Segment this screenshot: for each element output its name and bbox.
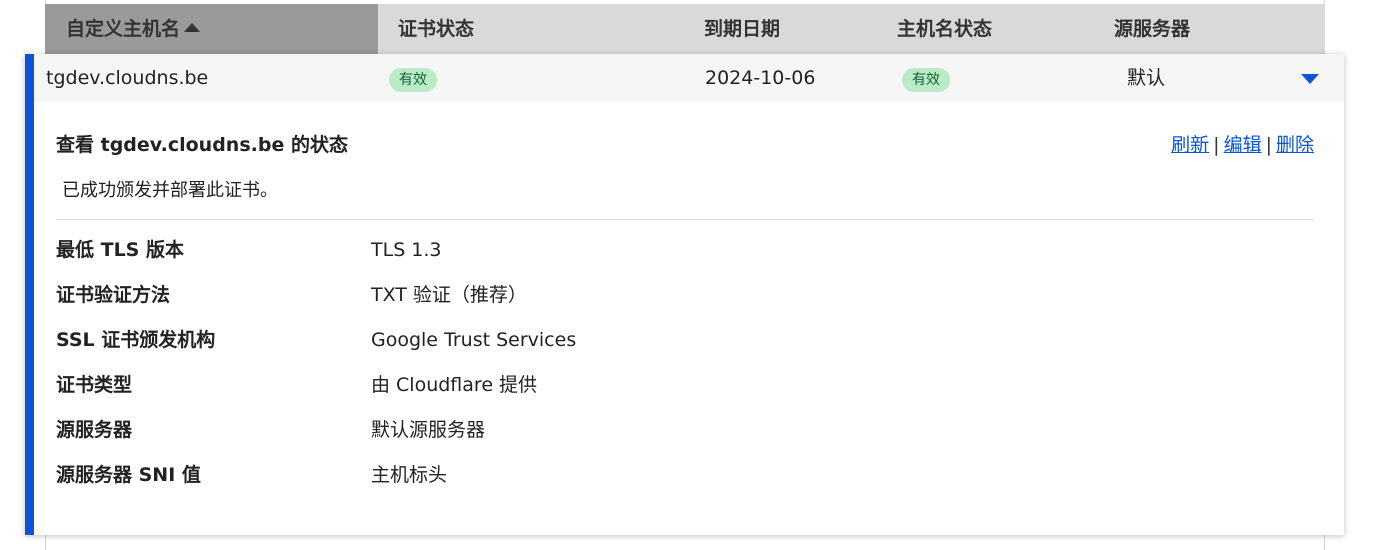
- caret-down-icon[interactable]: [1301, 74, 1319, 84]
- field-label: 最低 TLS 版本: [56, 239, 184, 261]
- action-separator: |: [1213, 134, 1220, 156]
- table-row[interactable]: tgdev.cloudns.be 有效 2024-10-06 有效 默认: [34, 54, 1344, 102]
- field-row-cert-type: 证书类型 由 Cloudflare 提供: [56, 370, 1256, 400]
- field-row-ca: SSL 证书颁发机构 Google Trust Services: [56, 325, 1256, 355]
- row-hostname: tgdev.cloudns.be: [46, 67, 209, 89]
- column-header-cert-status[interactable]: 证书状态: [398, 4, 474, 54]
- field-value: 主机标头: [371, 464, 448, 486]
- field-label: 源服务器 SNI 值: [56, 464, 201, 486]
- field-label: SSL 证书颁发机构: [56, 329, 216, 351]
- column-header-hostname-label: 自定义主机名: [66, 18, 181, 40]
- field-value: 默认源服务器: [371, 419, 486, 441]
- row-origin: 默认: [1127, 67, 1166, 89]
- status-message: 已成功颁发并部署此证书。: [62, 180, 278, 201]
- edit-link[interactable]: 编辑: [1224, 134, 1262, 156]
- field-value: TLS 1.3: [371, 239, 442, 261]
- field-row-validation-method: 证书验证方法 TXT 验证（推荐）: [56, 280, 1256, 310]
- divider: [56, 219, 1314, 220]
- column-header-origin[interactable]: 源服务器: [1114, 4, 1190, 54]
- table-header: 自定义主机名 证书状态 到期日期 主机名状态 源服务器: [45, 4, 1325, 54]
- field-row-origin-sni: 源服务器 SNI 值 主机标头: [56, 460, 1256, 490]
- field-label: 证书验证方法: [56, 284, 171, 306]
- hostname-status-badge: 有效: [902, 68, 950, 92]
- field-row-min-tls: 最低 TLS 版本 TLS 1.3: [56, 235, 1256, 265]
- action-separator: |: [1265, 134, 1272, 156]
- column-header-expiry-date[interactable]: 到期日期: [704, 4, 780, 54]
- column-header-hostname-status[interactable]: 主机名状态: [897, 4, 992, 54]
- field-value: Google Trust Services: [371, 329, 577, 351]
- field-value: TXT 验证（推荐）: [371, 284, 527, 306]
- column-header-hostname[interactable]: 自定义主机名: [66, 4, 201, 54]
- field-row-origin: 源服务器 默认源服务器: [56, 415, 1256, 445]
- delete-link[interactable]: 删除: [1276, 134, 1314, 156]
- refresh-link[interactable]: 刷新: [1171, 134, 1209, 156]
- field-label: 证书类型: [56, 374, 133, 396]
- cert-status-badge: 有效: [389, 68, 437, 92]
- field-value: 由 Cloudflare 提供: [371, 374, 538, 396]
- row-expiry-date: 2024-10-06: [705, 67, 816, 89]
- field-label: 源服务器: [56, 419, 133, 441]
- caret-up-icon: [184, 23, 201, 32]
- detail-actions: 刷新 | 编辑 | 删除: [1171, 130, 1314, 157]
- selected-accent-bar: [25, 54, 34, 535]
- detail-title: 查看 tgdev.cloudns.be 的状态: [56, 134, 348, 156]
- hostname-detail-card: tgdev.cloudns.be 有效 2024-10-06 有效 默认 查看 …: [25, 54, 1344, 535]
